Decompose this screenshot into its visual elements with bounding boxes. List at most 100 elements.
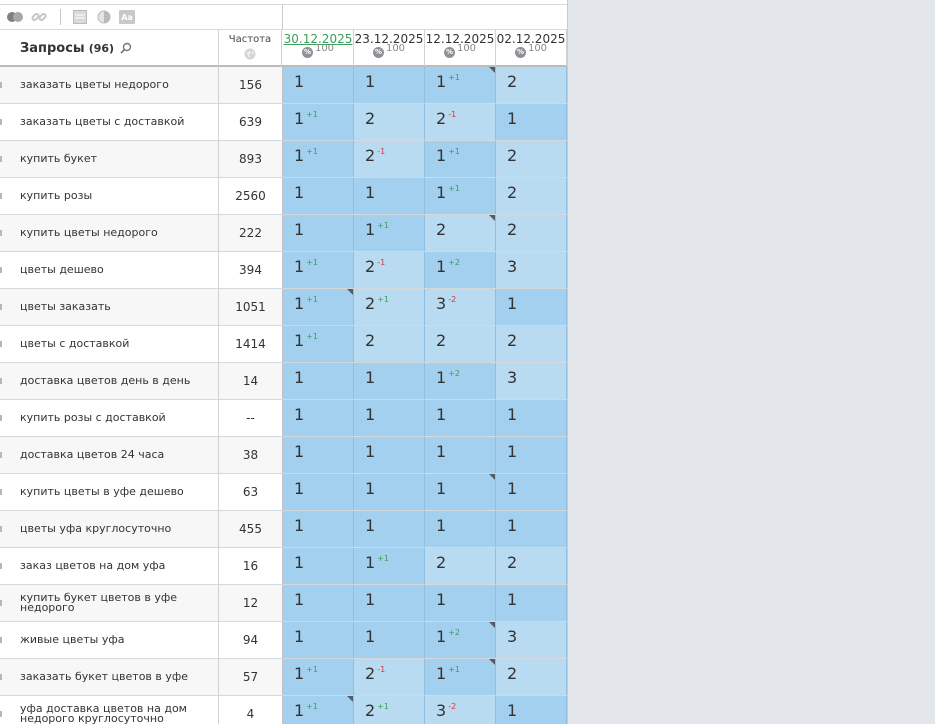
position-cell[interactable]: 2 [496,215,567,251]
table-row[interactable]: заказать букет цветов в уфе 57 1 +1 2 -1 1 +1 2 [0,659,567,696]
position-cell[interactable]: 2 [425,326,496,362]
position-cell[interactable]: 1 [425,474,496,510]
note-corner-icon[interactable] [489,659,495,665]
position-cell[interactable]: 1 +1 [283,141,354,177]
date-column-header[interactable]: 23.12.2025% 100 [354,30,425,66]
table-row[interactable]: доставка цветов 24 часа 38 1 1 1 1 [0,437,567,474]
query-cell[interactable]: цветы уфа круглосуточно [0,511,219,547]
position-cell[interactable]: 1 [496,474,567,510]
position-cell[interactable]: 2 [496,141,567,177]
table-row[interactable]: купить розы с доставкой -- 1 1 1 1 [0,400,567,437]
date-column-header[interactable]: 30.12.2025% 100 [283,30,354,66]
search-icon[interactable] [120,42,132,54]
table-row[interactable]: заказ цветов на дом уфа 16 1 1 +1 2 2 [0,548,567,585]
position-cell[interactable]: 1 +2 [425,622,496,658]
contrast-icon[interactable] [95,8,113,26]
query-cell[interactable]: цветы с доставкой [0,326,219,362]
query-cell[interactable]: заказать букет цветов в уфе [0,659,219,695]
table-row[interactable]: живые цветы уфа 94 1 1 1 +2 3 [0,622,567,659]
query-cell[interactable]: уфа доставка цветов на дом недорого круг… [0,696,219,724]
position-cell[interactable]: 1 +1 [354,215,425,251]
position-cell[interactable]: 1 [283,363,354,399]
date-column-header[interactable]: 12.12.2025% 100 [425,30,496,66]
table-row[interactable]: цветы с доставкой 1414 1 +1 2 2 2 [0,326,567,363]
table-row[interactable]: цветы дешево 394 1 +1 2 -1 1 +2 3 [0,252,567,289]
query-cell[interactable]: купить цветы в уфе дешево [0,474,219,510]
position-cell[interactable]: 2 [496,659,567,695]
position-cell[interactable]: 1 +1 [283,696,354,724]
position-cell[interactable]: 1 [496,400,567,436]
table-row[interactable]: цветы заказать 1051 1 +1 2 +1 3 -2 1 [0,289,567,326]
position-cell[interactable]: 1 +1 [354,548,425,584]
position-cell[interactable]: 1 [425,511,496,547]
query-cell[interactable]: заказ цветов на дом уфа [0,548,219,584]
query-cell[interactable]: доставка цветов 24 часа [0,437,219,473]
query-cell[interactable]: цветы заказать [0,289,219,325]
table-row[interactable]: уфа доставка цветов на дом недорого круг… [0,696,567,724]
date-column-header[interactable]: 02.12.2025% 100 [496,30,567,66]
position-cell[interactable]: 1 [496,104,567,140]
table-row[interactable]: купить цветы в уфе дешево 63 1 1 1 1 [0,474,567,511]
link-icon[interactable] [30,8,48,26]
position-cell[interactable]: 1 +1 [283,659,354,695]
table-row[interactable]: купить букет 893 1 +1 2 -1 1 +1 2 [0,141,567,178]
query-cell[interactable]: заказать цветы недорого [0,67,219,103]
position-cell[interactable]: 3 [496,252,567,288]
query-cell[interactable]: купить букет цветов в уфе недорого [0,585,219,621]
position-cell[interactable]: 2 [425,215,496,251]
table-row[interactable]: цветы уфа круглосуточно 455 1 1 1 1 [0,511,567,548]
position-cell[interactable]: 1 [283,622,354,658]
position-cell[interactable]: 1 [425,400,496,436]
table-row[interactable]: купить букет цветов в уфе недорого 12 1 1 1 1 [0,585,567,622]
query-cell[interactable]: живые цветы уфа [0,622,219,658]
position-cell[interactable]: 1 [283,474,354,510]
position-cell[interactable]: 1 [354,585,425,621]
position-cell[interactable]: 2 [496,178,567,214]
position-cell[interactable]: 2 [354,104,425,140]
position-cell[interactable]: 2 +1 [354,289,425,325]
position-cell[interactable]: 2 [425,548,496,584]
position-cell[interactable]: 3 -2 [425,289,496,325]
position-cell[interactable]: 1 [283,178,354,214]
query-cell[interactable]: цветы дешево [0,252,219,288]
position-cell[interactable]: 1 [354,437,425,473]
position-cell[interactable]: 2 [496,548,567,584]
position-cell[interactable]: 1 +1 [425,659,496,695]
position-cell[interactable]: 1 [425,585,496,621]
query-cell[interactable]: доставка цветов день в день [0,363,219,399]
position-cell[interactable]: 2 -1 [425,104,496,140]
position-cell[interactable]: 1 +2 [425,363,496,399]
query-cell[interactable]: купить розы [0,178,219,214]
position-cell[interactable]: 1 [354,474,425,510]
table-row[interactable]: заказать цветы недорого 156 1 1 1 +1 2 [0,67,567,104]
position-cell[interactable]: 1 [283,215,354,251]
position-cell[interactable]: 1 [283,585,354,621]
position-cell[interactable]: 2 -1 [354,252,425,288]
note-corner-icon[interactable] [489,622,495,628]
position-cell[interactable]: 1 [425,437,496,473]
query-cell[interactable]: купить букет [0,141,219,177]
position-cell[interactable]: 2 [496,326,567,362]
position-cell[interactable]: 1 [496,696,567,724]
position-cell[interactable]: 3 [496,622,567,658]
toggle-icon[interactable] [6,8,24,26]
query-cell[interactable]: купить розы с доставкой [0,400,219,436]
position-cell[interactable]: 1 [354,178,425,214]
position-cell[interactable]: 1 [283,511,354,547]
note-corner-icon[interactable] [347,289,353,295]
position-cell[interactable]: 1 [354,67,425,103]
font-size-icon[interactable]: Aa [119,10,135,24]
position-cell[interactable]: 1 +1 [283,252,354,288]
query-column-header[interactable]: Запросы (96) [0,30,219,66]
position-cell[interactable]: 1 +1 [283,104,354,140]
table-row[interactable]: купить розы 2560 1 1 1 +1 2 [0,178,567,215]
position-cell[interactable]: 1 [496,437,567,473]
table-row[interactable]: заказать цветы с доставкой 639 1 +1 2 2 -1 1 [0,104,567,141]
position-cell[interactable]: 1 +1 [283,326,354,362]
query-cell[interactable]: купить цветы недорого [0,215,219,251]
position-cell[interactable]: 1 +1 [425,67,496,103]
note-corner-icon[interactable] [489,67,495,73]
position-cell[interactable]: 1 +1 [283,289,354,325]
position-cell[interactable]: 1 +1 [425,141,496,177]
query-cell[interactable]: заказать цветы с доставкой [0,104,219,140]
